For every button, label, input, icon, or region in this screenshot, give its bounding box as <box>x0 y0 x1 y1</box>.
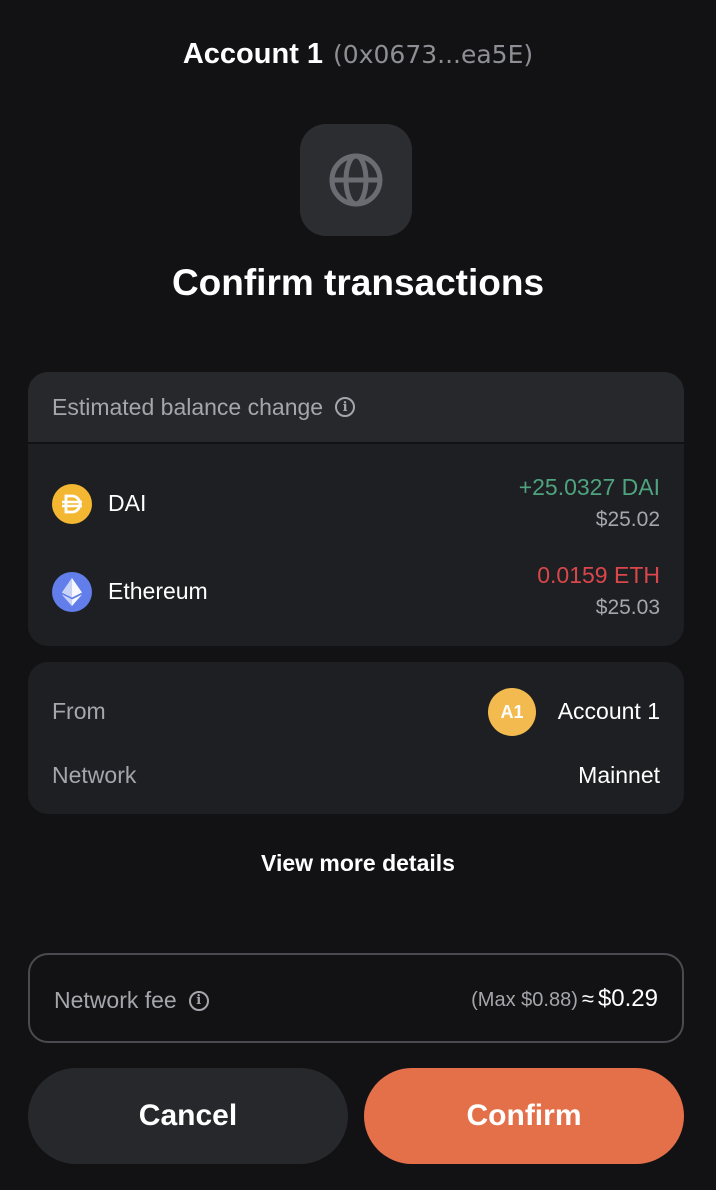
confirm-button[interactable]: Confirm <box>364 1068 684 1164</box>
info-icon[interactable]: i <box>188 990 209 1011</box>
network-fee-values: (Max $0.88) ≈ $0.29 <box>471 985 658 1013</box>
token-usd-value: $25.02 <box>595 508 660 531</box>
network-fee-max: (Max $0.88) <box>471 989 578 1011</box>
info-icon[interactable]: i <box>335 397 356 417</box>
network-fee-value: $0.29 <box>597 985 658 1012</box>
from-label: From <box>52 698 106 724</box>
account-header: Account 1 (0x0673...ea5E) <box>0 38 716 71</box>
ethereum-icon <box>52 572 92 612</box>
page-title: Confirm transactions <box>171 262 545 303</box>
token-name: Ethereum <box>108 578 208 604</box>
balance-change-header: Estimated balance change i <box>28 372 684 444</box>
account-address[interactable]: (0x0673...ea5E) <box>333 40 533 69</box>
dai-icon <box>52 484 92 524</box>
balance-change-heading: Estimated balance change <box>52 393 324 420</box>
token-row-ethereum: Ethereum 0.0159 ETH $25.03 <box>28 562 684 622</box>
globe-icon <box>329 153 383 207</box>
cancel-button[interactable]: Cancel <box>28 1068 348 1164</box>
from-account-value: Account 1 <box>557 698 660 724</box>
network-fee-box[interactable]: Network fee i (Max $0.88) ≈ $0.29 <box>28 953 684 1043</box>
network-label: Network <box>52 762 137 788</box>
transaction-details-card: From A1 Account 1 Network Mainnet <box>28 662 684 814</box>
token-amount: +25.0327 DAI <box>518 474 660 500</box>
token-name: DAI <box>108 490 147 516</box>
token-usd-value: $25.03 <box>595 596 660 619</box>
avatar: A1 <box>488 688 536 736</box>
network-value: Mainnet <box>578 762 660 788</box>
account-name: Account 1 <box>182 38 324 70</box>
token-amount: 0.0159 ETH <box>537 562 660 588</box>
site-icon-tile <box>300 124 412 236</box>
balance-change-card: Estimated balance change i DAI +25.0327 … <box>28 372 684 646</box>
view-more-details-link[interactable]: View more details <box>0 850 716 877</box>
approx-symbol: ≈ <box>581 986 594 1011</box>
network-fee-label: Network fee <box>54 987 177 1013</box>
token-row-dai: DAI +25.0327 DAI $25.02 <box>28 474 684 534</box>
network-fee-label-group: Network fee i <box>54 987 209 1014</box>
